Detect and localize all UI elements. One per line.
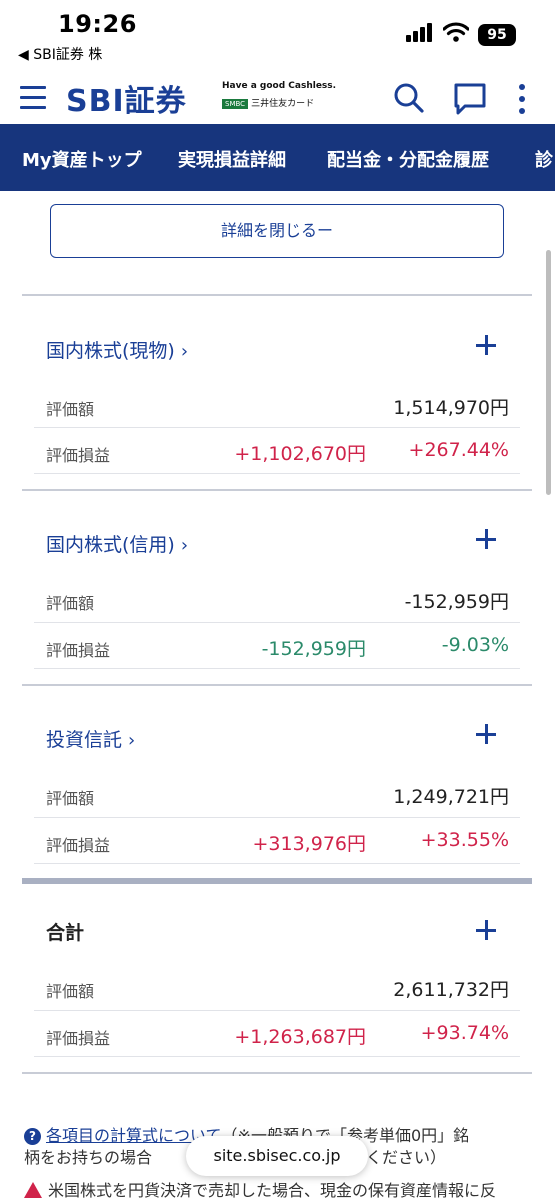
section-title-domestic-stock-cash[interactable]: 国内株式(現物) › <box>46 336 188 363</box>
row-divider <box>34 622 520 623</box>
status-bar: 19:26 ◀ SBI証券 株 95 <box>0 0 555 70</box>
chevron-right-icon: › <box>180 535 189 556</box>
section-divider <box>22 294 532 296</box>
section-title-domestic-stock-margin[interactable]: 国内株式(信用) › <box>46 530 188 557</box>
total-divider <box>22 878 532 884</box>
collapse-details-button[interactable]: 詳細を閉じるー <box>50 204 504 258</box>
menu-icon[interactable] <box>20 86 46 110</box>
row-divider <box>34 473 520 474</box>
clock: 19:26 <box>58 10 137 38</box>
total-pl-amount: +1,263,687円 <box>234 1026 366 1048</box>
more-vertical-icon[interactable] <box>516 82 528 116</box>
pl-amount: -152,959円 <box>261 638 366 660</box>
expand-plus-icon[interactable] <box>476 526 502 552</box>
question-icon: ? <box>24 1128 41 1145</box>
cellular-signal-icon <box>406 23 432 42</box>
row-divider <box>34 1056 520 1057</box>
row-divider <box>34 1010 520 1011</box>
section-divider <box>22 684 532 686</box>
valuation-value: 1,249,721円 <box>393 786 509 808</box>
total-valuation-value: 2,611,732円 <box>393 979 509 1001</box>
pl-percent: +33.55% <box>420 829 509 851</box>
pl-label: 評価損益 <box>46 446 111 465</box>
valuation-value: 1,514,970円 <box>393 397 509 419</box>
tab-my-assets-top[interactable]: My資産トップ <box>22 146 142 172</box>
expand-plus-icon[interactable] <box>476 721 502 747</box>
warning-text: 米国株式を円貨決済で売却した場合、現金の保有資産情報に反 <box>48 1181 497 1200</box>
battery-indicator: 95 <box>478 24 516 46</box>
logo-tagline: Have a good Cashless. <box>222 81 337 91</box>
smbc-card-logo: SMBC 三井住友カード <box>222 96 314 109</box>
section-title-investment-trust[interactable]: 投資信託 › <box>46 725 135 752</box>
wifi-icon <box>443 22 469 42</box>
card-name: 三井住友カード <box>251 99 315 109</box>
chevron-right-icon: › <box>180 341 189 362</box>
scrollbar[interactable] <box>546 250 551 495</box>
pl-label: 評価損益 <box>46 641 111 660</box>
back-to-app-link[interactable]: ◀ SBI証券 株 <box>18 44 102 64</box>
section-title-label: 国内株式(現物) <box>46 340 175 362</box>
nav-tabs: My資産トップ 実現損益詳細 配当金・分配金履歴 診 <box>0 124 555 191</box>
app-header: SBI証券 Have a good Cashless. SMBC 三井住友カード <box>0 70 555 124</box>
search-icon[interactable] <box>393 82 425 114</box>
expand-plus-icon[interactable] <box>476 332 502 358</box>
warning-icon <box>24 1182 42 1198</box>
chevron-right-icon: › <box>128 730 136 751</box>
section-title-label: 投資信託 <box>46 729 123 751</box>
tab-next-partial[interactable]: 診 <box>535 146 553 172</box>
total-pl-percent: +93.74% <box>420 1022 509 1044</box>
warning-note: 米国株式を円貨決済で売却した場合、現金の保有資産情報に反 <box>24 1180 544 1202</box>
pl-percent: -9.03% <box>441 634 509 656</box>
total-title: 合計 <box>46 922 85 944</box>
chat-icon[interactable] <box>453 82 487 116</box>
valuation-label: 評価額 <box>46 594 95 613</box>
valuation-value: -152,959円 <box>404 591 509 613</box>
expand-plus-icon[interactable] <box>476 917 502 943</box>
section-title-label: 国内株式(信用) <box>46 534 175 556</box>
formula-text-2: 柄をお持ちの場合 <box>24 1148 153 1167</box>
row-divider <box>34 427 520 428</box>
valuation-label: 評価額 <box>46 789 95 808</box>
valuation-label: 評価額 <box>46 982 95 1001</box>
pl-percent: +267.44% <box>408 439 509 461</box>
tab-dividend-history[interactable]: 配当金・分配金履歴 <box>327 146 489 172</box>
row-divider <box>34 817 520 818</box>
url-bar[interactable]: site.sbisec.co.jp <box>186 1136 368 1176</box>
tab-realized-pl[interactable]: 実現損益詳細 <box>178 146 286 172</box>
row-divider <box>34 668 520 669</box>
pl-amount: +313,976円 <box>252 833 367 855</box>
pl-label: 評価損益 <box>46 836 111 855</box>
row-divider <box>34 863 520 864</box>
pl-label: 評価損益 <box>46 1029 111 1048</box>
sbi-logo[interactable]: SBI証券 <box>66 76 187 120</box>
section-divider <box>22 489 532 491</box>
smbc-badge: SMBC <box>222 99 249 109</box>
section-divider <box>22 1072 532 1074</box>
valuation-label: 評価額 <box>46 400 95 419</box>
pl-amount: +1,102,670円 <box>234 443 366 465</box>
